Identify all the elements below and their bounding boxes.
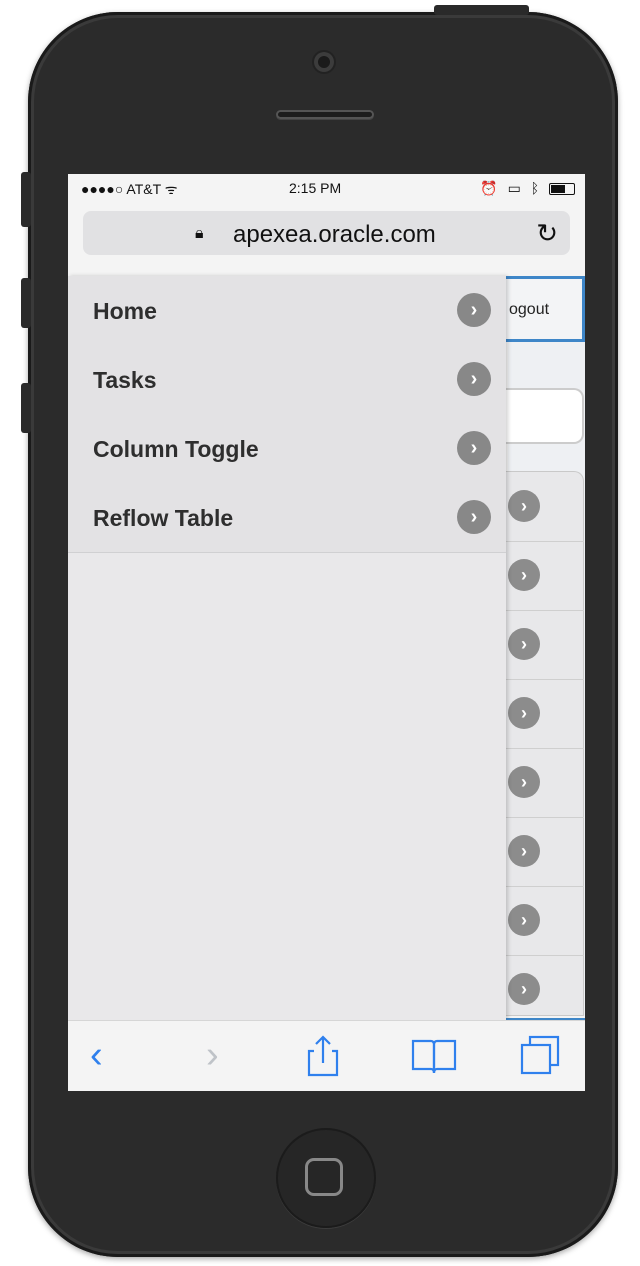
- chevron-right-icon: ›: [508, 973, 540, 1005]
- nav-item-label: Home: [93, 298, 157, 324]
- reload-icon[interactable]: ↻: [536, 218, 558, 249]
- chevron-right-icon: ›: [457, 293, 491, 327]
- status-icons: ⏰ ▭ ᛒ: [474, 180, 575, 197]
- chevron-right-icon: ›: [508, 490, 540, 522]
- chevron-right-icon: ›: [457, 500, 491, 534]
- alarm-icon: ⏰: [480, 180, 498, 196]
- chevron-right-icon: ›: [457, 431, 491, 465]
- volume-up-button: [21, 278, 31, 328]
- mute-switch: [21, 172, 31, 227]
- phone-screen: ●●●●○ AT&T ᯤ 2:15 PM ⏰ ▭ ᛒ 🔒︎ apexea.ora…: [68, 174, 585, 1091]
- home-button-square-icon: [305, 1158, 343, 1196]
- navigation-panel: Home › Tasks › Column Toggle › Reflow Ta…: [68, 276, 506, 1020]
- nav-item-label: Tasks: [93, 367, 157, 393]
- share-icon[interactable]: [306, 1033, 340, 1077]
- chevron-right-icon: ›: [508, 904, 540, 936]
- lock-icon: 🔒︎: [195, 225, 204, 242]
- nav-item-home[interactable]: Home ›: [68, 276, 506, 346]
- list-item[interactable]: ›: [506, 610, 584, 680]
- list-item[interactable]: ›: [506, 955, 584, 1025]
- logout-button[interactable]: ogout: [506, 276, 585, 342]
- list-item[interactable]: ›: [506, 472, 584, 542]
- list-item[interactable]: ›: [506, 541, 584, 611]
- volume-down-button: [21, 383, 31, 433]
- search-field[interactable]: [506, 388, 584, 444]
- back-icon[interactable]: ‹: [90, 1033, 103, 1077]
- nav-item-column-toggle[interactable]: Column Toggle ›: [68, 414, 506, 484]
- chevron-right-icon: ›: [457, 362, 491, 396]
- front-camera: [314, 52, 334, 72]
- carrier-signal: ●●●●○ AT&T ᯤ: [81, 181, 178, 197]
- nav-item-label: Column Toggle: [93, 436, 259, 462]
- logout-label: ogout: [509, 301, 550, 318]
- list-item[interactable]: ›: [506, 679, 584, 749]
- airplay-icon: ▭: [507, 180, 521, 196]
- list-item[interactable]: ›: [506, 886, 584, 956]
- bluetooth-icon: ᛒ: [530, 180, 540, 196]
- list-item[interactable]: ›: [506, 748, 584, 818]
- browser-toolbar: ‹ ›: [68, 1020, 585, 1091]
- nav-item-tasks[interactable]: Tasks ›: [68, 345, 506, 415]
- chevron-right-icon: ›: [508, 835, 540, 867]
- status-bar: ●●●●○ AT&T ᯤ 2:15 PM ⏰ ▭ ᛒ: [68, 174, 585, 202]
- bookmarks-icon[interactable]: [410, 1033, 458, 1077]
- chevron-right-icon: ›: [508, 766, 540, 798]
- status-time: 2:15 PM: [289, 180, 342, 196]
- page-list: › › › › › › › ›: [506, 471, 584, 1025]
- chevron-right-icon: ›: [508, 628, 540, 660]
- sleep-button: [434, 5, 529, 15]
- tabs-icon[interactable]: [518, 1033, 562, 1077]
- url-text[interactable]: apexea.oracle.com: [233, 221, 436, 249]
- address-bar[interactable]: 🔒︎ apexea.oracle.com ↻: [83, 211, 570, 255]
- chevron-right-icon: ›: [508, 697, 540, 729]
- forward-icon[interactable]: ›: [206, 1033, 219, 1077]
- nav-item-reflow-table[interactable]: Reflow Table ›: [68, 483, 506, 553]
- chevron-right-icon: ›: [508, 559, 540, 591]
- nav-item-label: Reflow Table: [93, 505, 234, 531]
- earpiece-speaker: [276, 110, 374, 119]
- list-item[interactable]: ›: [506, 817, 584, 887]
- battery-icon: [549, 183, 575, 196]
